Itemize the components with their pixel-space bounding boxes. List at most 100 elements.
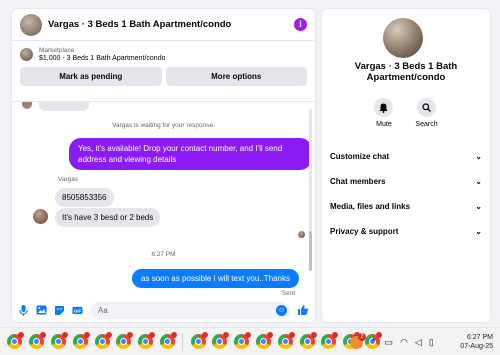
emoji-icon[interactable]: ☺ xyxy=(276,304,287,316)
taskbar: 2 ⌃ ▭ ◠ ◁ ▯ 6:27 PM 07-Aug-25 xyxy=(0,327,500,355)
clock-time: 6:27 PM xyxy=(466,334,493,341)
more-options-button[interactable]: More options xyxy=(165,67,307,86)
chrome-icon[interactable] xyxy=(29,332,47,349)
chrome-icon[interactable] xyxy=(50,332,68,349)
search-icon xyxy=(417,98,436,117)
system-note: Vargas is waiting for your response. xyxy=(112,122,215,129)
message-input-wrapper: ☺ xyxy=(90,301,290,319)
profile-badge-icon xyxy=(40,332,47,338)
chrome-icon[interactable] xyxy=(94,332,112,349)
message-bubble-partial xyxy=(39,102,89,111)
chevron-down-icon: ⌄ xyxy=(475,202,482,211)
message-composer: GIF ☺ xyxy=(12,298,315,322)
marketplace-listing[interactable]: Marketplace $1,000 - 3 Beds 1 Bath Apart… xyxy=(12,41,315,64)
bell-icon xyxy=(374,98,394,117)
profile-badge-icon xyxy=(310,332,317,338)
listing-label: Marketplace xyxy=(39,47,75,54)
chevron-down-icon: ⌄ xyxy=(475,152,482,161)
menu-item-privacy-support[interactable]: Privacy & support ⌄ xyxy=(330,219,482,244)
menu-item-label: Customize chat xyxy=(330,152,390,161)
search-button[interactable]: Search xyxy=(415,98,438,128)
chat-details-panel: Vargas · 3 Beds 1 Bath Apartment/condo M… xyxy=(322,9,490,322)
wifi-icon[interactable]: ◠ xyxy=(400,337,408,348)
search-label: Search xyxy=(415,121,438,128)
chrome-icon[interactable] xyxy=(321,332,339,349)
chrome-icon[interactable] xyxy=(234,332,252,349)
chat-title[interactable]: Vargas · 3 Beds 1 Bath Apartment/condo xyxy=(48,19,294,30)
info-icon[interactable]: i xyxy=(294,18,307,31)
menu-item-customize-chat[interactable]: Customize chat ⌄ xyxy=(330,144,482,169)
chevron-down-icon: ⌄ xyxy=(475,227,482,236)
chrome-icon[interactable] xyxy=(299,332,317,349)
mute-button[interactable]: Mute xyxy=(374,98,394,128)
chrome-icon[interactable] xyxy=(212,332,230,349)
system-tray: 2 ⌃ ▭ ◠ ◁ ▯ xyxy=(350,328,434,355)
chrome-icon[interactable] xyxy=(72,332,90,349)
scrollbar-thumb[interactable] xyxy=(309,231,312,271)
menu-item-media-files-links[interactable]: Media, files and links ⌄ xyxy=(330,194,482,219)
chrome-icon[interactable] xyxy=(7,332,25,349)
like-icon[interactable] xyxy=(297,304,309,316)
battery-icon[interactable]: ▯ xyxy=(429,337,434,348)
chevron-down-icon: ⌄ xyxy=(475,177,482,186)
gif-icon[interactable]: GIF xyxy=(72,305,83,316)
listing-thumbnail xyxy=(20,48,33,61)
profile-title: Vargas · 3 Beds 1 Bath Apartment/condo xyxy=(354,61,458,83)
volume-icon[interactable]: ◁ xyxy=(415,337,422,348)
profile-badge-icon xyxy=(105,332,112,338)
notification-count-badge: 2 xyxy=(358,332,366,341)
message-timestamp: 6:27 PM xyxy=(151,251,176,258)
chrome-icon[interactable] xyxy=(255,332,273,349)
mute-label: Mute xyxy=(376,121,392,128)
message-bubble-outgoing: Yes, it's available! Drop your contact n… xyxy=(69,138,312,170)
message-bubble-outgoing: as soon as possible I will text you..Tha… xyxy=(132,269,299,288)
profile-badge-icon xyxy=(61,332,68,338)
sent-status: Sent xyxy=(281,290,295,297)
chrome-icon[interactable] xyxy=(159,332,177,349)
profile-badge-icon xyxy=(170,332,177,338)
read-receipt-avatar xyxy=(298,231,305,238)
profile-badge-icon xyxy=(266,332,273,338)
sender-avatar[interactable] xyxy=(33,209,48,224)
chrome-icon[interactable] xyxy=(138,332,156,349)
taskbar-apps xyxy=(0,332,383,351)
chat-avatar[interactable] xyxy=(20,13,42,36)
profile-badge-icon xyxy=(201,332,208,338)
chevron-up-icon[interactable]: ⌃ xyxy=(370,337,378,348)
chrome-icon[interactable] xyxy=(190,332,208,349)
profile-badge-icon xyxy=(223,332,230,338)
svg-text:GIF: GIF xyxy=(74,308,82,313)
profile-avatar[interactable] xyxy=(383,18,423,58)
mic-icon[interactable] xyxy=(18,304,29,316)
sender-avatar xyxy=(22,102,32,109)
message-bubble-incoming[interactable]: 8505853356 xyxy=(55,188,114,207)
profile-badge-icon xyxy=(127,332,134,338)
profile-badge-icon xyxy=(245,332,252,338)
chat-details-menu: Customize chat ⌄ Chat members ⌄ Media, f… xyxy=(330,144,482,244)
menu-item-label: Chat members xyxy=(330,177,386,186)
profile-badge-icon xyxy=(149,332,156,338)
notification-app-icon[interactable]: 2 xyxy=(350,332,366,349)
chat-panel: Vargas · 3 Beds 1 Bath Apartment/condo i… xyxy=(12,9,315,322)
profile-badge-icon xyxy=(83,332,90,338)
chrome-icon[interactable] xyxy=(116,332,134,349)
image-icon[interactable] xyxy=(36,305,47,316)
chrome-icon[interactable] xyxy=(277,332,295,349)
menu-item-chat-members[interactable]: Chat members ⌄ xyxy=(330,169,482,194)
menu-item-label: Media, files and links xyxy=(330,202,411,211)
sender-name: Vargas xyxy=(58,176,79,183)
laptop-icon[interactable]: ▭ xyxy=(385,337,394,348)
profile-badge-icon xyxy=(288,332,295,338)
listing-title: $1,000 - 3 Beds 1 Bath Apartment/condo xyxy=(39,55,166,62)
profile-badge-icon xyxy=(18,332,25,338)
menu-item-label: Privacy & support xyxy=(330,227,399,236)
mark-as-pending-button[interactable]: Mark as pending xyxy=(20,67,162,86)
taskbar-separator xyxy=(182,332,184,351)
chat-header: Vargas · 3 Beds 1 Bath Apartment/condo i xyxy=(12,9,315,41)
taskbar-clock[interactable]: 6:27 PM 07-Aug-25 xyxy=(455,333,493,351)
sticker-icon[interactable] xyxy=(54,305,65,316)
message-input[interactable] xyxy=(90,301,290,319)
clock-date: 07-Aug-25 xyxy=(460,343,493,350)
message-bubble-incoming: It's have 3 besd or 2 beds xyxy=(55,208,161,227)
profile-badge-icon xyxy=(332,332,339,338)
